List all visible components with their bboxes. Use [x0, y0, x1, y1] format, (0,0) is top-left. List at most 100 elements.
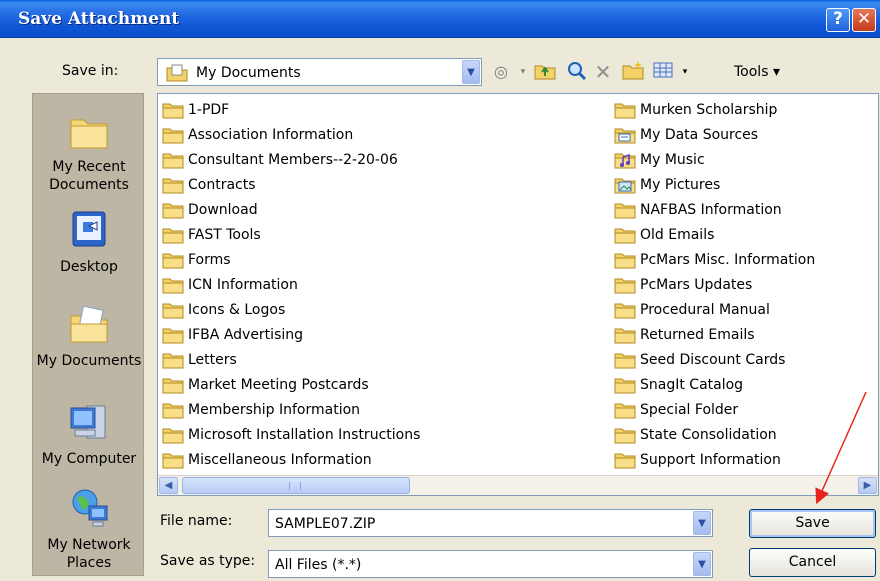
- file-name-field[interactable]: SAMPLE07.ZIP ▼: [268, 509, 713, 537]
- my-computer-icon: [70, 405, 106, 439]
- up-folder-icon[interactable]: [534, 60, 556, 84]
- save-as-type-value: All Files (*.*): [275, 557, 362, 573]
- recent-documents-icon: [70, 119, 108, 149]
- save-as-type-dropdown[interactable]: All Files (*.*) ▼: [268, 550, 713, 578]
- list-item[interactable]: My Music: [614, 150, 815, 175]
- folder-icon: [614, 403, 636, 419]
- folder-icon: [162, 203, 184, 219]
- file-list[interactable]: 1-PDF Association Information Consultant M…: [157, 93, 879, 496]
- list-item[interactable]: Download: [162, 200, 420, 225]
- list-item[interactable]: ICN Information: [162, 275, 420, 300]
- folder-icon: [614, 253, 636, 269]
- list-item[interactable]: My Data Sources: [614, 125, 815, 150]
- help-button[interactable]: ?: [826, 8, 850, 32]
- list-item[interactable]: Association Information: [162, 125, 420, 150]
- folder-icon: [162, 378, 184, 394]
- save-in-value: My Documents: [196, 65, 301, 81]
- list-item[interactable]: FAST Tools: [162, 225, 420, 250]
- place-label: My Computer: [41, 451, 137, 467]
- save-button[interactable]: Save: [749, 509, 876, 538]
- file-name-value[interactable]: SAMPLE07.ZIP: [275, 516, 375, 532]
- list-item[interactable]: Procedural Manual: [614, 300, 815, 325]
- window-title: Save Attachment: [18, 9, 180, 29]
- list-item-label: Market Meeting Postcards: [188, 377, 369, 393]
- list-item-label: Letters: [188, 352, 237, 368]
- place-my-documents[interactable]: My Documents: [33, 302, 145, 370]
- list-item-label: Contracts: [188, 177, 256, 193]
- list-item[interactable]: Support Information: [614, 450, 815, 475]
- list-item-label: Download: [188, 202, 258, 218]
- scroll-right-icon[interactable]: ▶: [858, 477, 877, 494]
- list-item-label: Miscellaneous Information: [188, 452, 372, 468]
- list-item[interactable]: State Consolidation: [614, 425, 815, 450]
- list-item[interactable]: SnagIt Catalog: [614, 375, 815, 400]
- list-item[interactable]: Murken Scholarship: [614, 100, 815, 125]
- views-icon[interactable]: [652, 60, 674, 84]
- list-item[interactable]: Returned Emails: [614, 325, 815, 350]
- list-item[interactable]: PcMars Misc. Information: [614, 250, 815, 275]
- list-item[interactable]: Membership Information: [162, 400, 420, 425]
- list-item-label: IFBA Advertising: [188, 327, 304, 343]
- folder-icon: [614, 428, 636, 444]
- list-item[interactable]: IFBA Advertising: [162, 325, 420, 350]
- place-label: Places: [66, 555, 112, 571]
- folder-icon: [162, 353, 184, 369]
- list-item[interactable]: Forms: [162, 250, 420, 275]
- cancel-button[interactable]: Cancel: [749, 548, 876, 577]
- scrollbar-thumb[interactable]: [182, 477, 410, 494]
- folder-icon: [162, 103, 184, 119]
- list-item[interactable]: Letters: [162, 350, 420, 375]
- horizontal-scrollbar[interactable]: ◀ ▶: [158, 475, 878, 495]
- back-icon[interactable]: ◎: [490, 60, 512, 84]
- views-dropdown-icon[interactable]: ▾: [674, 60, 696, 84]
- list-item[interactable]: My Pictures: [614, 175, 815, 200]
- back-dropdown-icon[interactable]: ▾: [512, 60, 534, 84]
- folder-icon: [614, 303, 636, 319]
- chevron-down-icon[interactable]: ▼: [693, 511, 711, 535]
- new-folder-icon[interactable]: [622, 60, 644, 84]
- list-item-label: PcMars Misc. Information: [640, 252, 816, 268]
- folder-icon: [162, 328, 184, 344]
- data-sources-folder-icon: [614, 128, 636, 144]
- list-item[interactable]: 1-PDF: [162, 100, 420, 125]
- place-desktop[interactable]: Desktop: [33, 208, 145, 276]
- title-bar: Save Attachment ? ✕: [0, 0, 880, 38]
- list-item-label: SnagIt Catalog: [640, 377, 744, 393]
- scroll-left-icon[interactable]: ◀: [159, 477, 178, 494]
- folder-icon: [614, 203, 636, 219]
- chevron-down-icon[interactable]: ▼: [462, 60, 480, 84]
- place-label: Desktop: [60, 259, 118, 275]
- close-button[interactable]: ✕: [852, 8, 876, 32]
- place-my-recent-documents[interactable]: My Recent Documents: [33, 108, 145, 194]
- list-item[interactable]: Consultant Members--2-20-06: [162, 150, 420, 175]
- music-folder-icon: [614, 153, 636, 169]
- folder-icon: [614, 453, 636, 469]
- list-item[interactable]: Special Folder: [614, 400, 815, 425]
- folder-icon: [162, 178, 184, 194]
- tools-menu[interactable]: Tools ▾: [734, 64, 780, 80]
- list-item[interactable]: Icons & Logos: [162, 300, 420, 325]
- place-my-computer[interactable]: My Computer: [33, 400, 145, 468]
- file-list-column-1: 1-PDF Association Information Consultant M…: [162, 100, 420, 475]
- list-item-label: Forms: [188, 252, 231, 268]
- delete-icon[interactable]: ✕: [592, 60, 614, 84]
- list-item-label: Association Information: [188, 127, 354, 143]
- list-item-label: Old Emails: [640, 227, 715, 243]
- place-my-network-places[interactable]: My Network Places: [33, 486, 145, 572]
- list-item[interactable]: Microsoft Installation Instructions: [162, 425, 420, 450]
- save-in-dropdown[interactable]: My Documents ▼: [157, 58, 482, 86]
- toolbar: ◎ ▾ ✕ ▾ Tools ▾: [490, 60, 790, 86]
- folder-icon: [614, 278, 636, 294]
- list-item[interactable]: Miscellaneous Information: [162, 450, 420, 475]
- chevron-down-icon[interactable]: ▼: [693, 552, 711, 576]
- list-item[interactable]: Contracts: [162, 175, 420, 200]
- list-item[interactable]: Seed Discount Cards: [614, 350, 815, 375]
- list-item-label: Murken Scholarship: [640, 102, 778, 118]
- list-item[interactable]: Market Meeting Postcards: [162, 375, 420, 400]
- file-name-label: File name:: [160, 513, 233, 529]
- list-item[interactable]: NAFBAS Information: [614, 200, 815, 225]
- list-item[interactable]: Old Emails: [614, 225, 815, 250]
- list-item[interactable]: PcMars Updates: [614, 275, 815, 300]
- search-web-icon[interactable]: [566, 60, 588, 84]
- my-documents-icon: [70, 305, 108, 343]
